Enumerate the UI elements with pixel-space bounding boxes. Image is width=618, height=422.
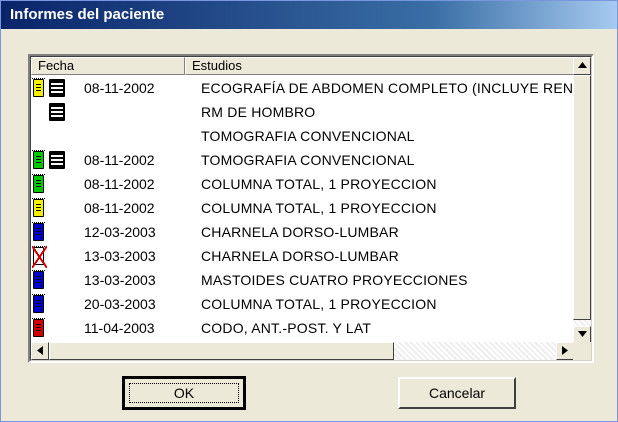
row-icons bbox=[32, 222, 77, 242]
row-date: 20-03-2003 bbox=[84, 296, 156, 312]
column-header-estudios[interactable]: Estudios bbox=[185, 57, 574, 75]
row-date: 08-11-2002 bbox=[84, 176, 155, 192]
window-title: Informes del paciente bbox=[10, 6, 165, 23]
row-study: COLUMNA TOTAL, 1 PROYECCION bbox=[201, 296, 437, 312]
row-icons bbox=[33, 126, 77, 146]
doc-blue-icon bbox=[32, 222, 45, 241]
row-study: TOMOGRAFIA CONVENCIONAL bbox=[201, 128, 415, 144]
horizontal-scroll-thumb[interactable] bbox=[49, 342, 394, 360]
table-row[interactable]: 08-11-2002 COLUMNA TOTAL, 1 PROYECCION bbox=[31, 196, 574, 220]
table-row[interactable]: 08-11-2002 COLUMNA TOTAL, 1 PROYECCION bbox=[31, 172, 574, 196]
table-row[interactable]: TOMOGRAFIA CONVENCIONAL bbox=[31, 124, 574, 148]
arrow-left-icon bbox=[37, 346, 43, 355]
cancel-button[interactable]: Cancelar bbox=[398, 377, 516, 409]
row-date: 08-11-2002 bbox=[84, 80, 155, 96]
focus-rectangle bbox=[129, 383, 239, 403]
dialog-window: Informes del paciente Fecha Estudios 08-… bbox=[0, 0, 618, 422]
table-row[interactable]: RM DE HOMBRO bbox=[31, 100, 574, 124]
doc-green-icon bbox=[32, 174, 45, 193]
doc-yellow-icon bbox=[32, 78, 45, 97]
row-date: 12-03-2003 bbox=[84, 224, 156, 240]
vertical-scrollbar[interactable] bbox=[573, 57, 591, 344]
row-study: COLUMNA TOTAL, 1 PROYECCION bbox=[201, 176, 437, 192]
row-study: RM DE HOMBRO bbox=[201, 104, 316, 120]
row-icons bbox=[32, 150, 77, 170]
doc-red-icon bbox=[32, 318, 45, 337]
scroll-up-button[interactable] bbox=[573, 57, 591, 75]
row-icons bbox=[32, 198, 77, 218]
row-icons bbox=[32, 318, 77, 338]
table-row[interactable]: 13-03-2003 MASTOIDES CUATRO PROYECCIONES bbox=[31, 268, 574, 292]
row-study: CHARNELA DORSO-LUMBAR bbox=[201, 224, 399, 240]
reports-list[interactable]: Fecha Estudios 08-11-2002 ECOGRAFÍA DE AB… bbox=[28, 54, 594, 363]
scrollbar-corner bbox=[573, 342, 591, 360]
list-rows: 08-11-2002 ECOGRAFÍA DE ABDOMEN COMPLETO … bbox=[31, 76, 583, 340]
doc-yellow-icon bbox=[32, 198, 45, 217]
table-row[interactable]: 08-11-2002 ECOGRAFÍA DE ABDOMEN COMPLETO … bbox=[31, 76, 583, 100]
ok-button[interactable]: OK bbox=[122, 376, 246, 410]
arrow-down-icon bbox=[578, 331, 587, 337]
row-icons bbox=[32, 174, 77, 194]
table-row[interactable]: 11-04-2003 CODO, ANT.-POST. Y LAT bbox=[31, 316, 574, 340]
scroll-right-button[interactable] bbox=[556, 342, 574, 360]
row-date: 11-04-2003 bbox=[84, 320, 155, 336]
doc-cancelled-icon bbox=[32, 246, 47, 268]
xray-film-icon bbox=[49, 103, 65, 121]
arrow-right-icon bbox=[562, 346, 568, 355]
horizontal-scrollbar[interactable] bbox=[31, 342, 574, 360]
doc-blue-icon bbox=[32, 294, 45, 313]
scroll-left-button[interactable] bbox=[31, 342, 49, 360]
table-row[interactable]: 13-03-2003 CHARNELA DORSO-LUMBAR bbox=[31, 244, 574, 268]
table-row[interactable]: 12-03-2003 CHARNELA DORSO-LUMBAR bbox=[31, 220, 574, 244]
row-study: COLUMNA TOTAL, 1 PROYECCION bbox=[201, 200, 437, 216]
row-study: ECOGRAFÍA DE ABDOMEN COMPLETO (INCLUYE R… bbox=[201, 80, 583, 96]
xray-film-icon bbox=[49, 151, 65, 169]
doc-blue-icon bbox=[32, 270, 45, 289]
cancel-button-label: Cancelar bbox=[428, 385, 486, 401]
table-row[interactable]: 20-03-2003 COLUMNA TOTAL, 1 PROYECCION bbox=[31, 292, 574, 316]
xray-film-icon bbox=[49, 79, 65, 97]
row-date: 08-11-2002 bbox=[84, 152, 155, 168]
row-date: 13-03-2003 bbox=[84, 248, 156, 264]
row-icons bbox=[33, 102, 77, 122]
row-icons bbox=[32, 270, 77, 290]
arrow-up-icon bbox=[578, 62, 587, 68]
row-study: CHARNELA DORSO-LUMBAR bbox=[201, 248, 399, 264]
row-date: 13-03-2003 bbox=[84, 272, 156, 288]
row-icons bbox=[32, 246, 77, 268]
row-study: CODO, ANT.-POST. Y LAT bbox=[201, 320, 372, 336]
title-bar[interactable]: Informes del paciente bbox=[1, 1, 617, 29]
row-date: 08-11-2002 bbox=[84, 200, 155, 216]
list-header: Fecha Estudios bbox=[31, 57, 574, 75]
vertical-scroll-thumb[interactable] bbox=[573, 75, 591, 320]
column-header-fecha[interactable]: Fecha bbox=[31, 57, 185, 75]
row-icons bbox=[32, 294, 77, 314]
row-study: TOMOGRAFIA CONVENCIONAL bbox=[201, 152, 415, 168]
doc-green-icon bbox=[32, 150, 45, 169]
row-study: MASTOIDES CUATRO PROYECCIONES bbox=[201, 272, 468, 288]
table-row[interactable]: 08-11-2002 TOMOGRAFIA CONVENCIONAL bbox=[31, 148, 574, 172]
row-icons bbox=[32, 78, 77, 98]
